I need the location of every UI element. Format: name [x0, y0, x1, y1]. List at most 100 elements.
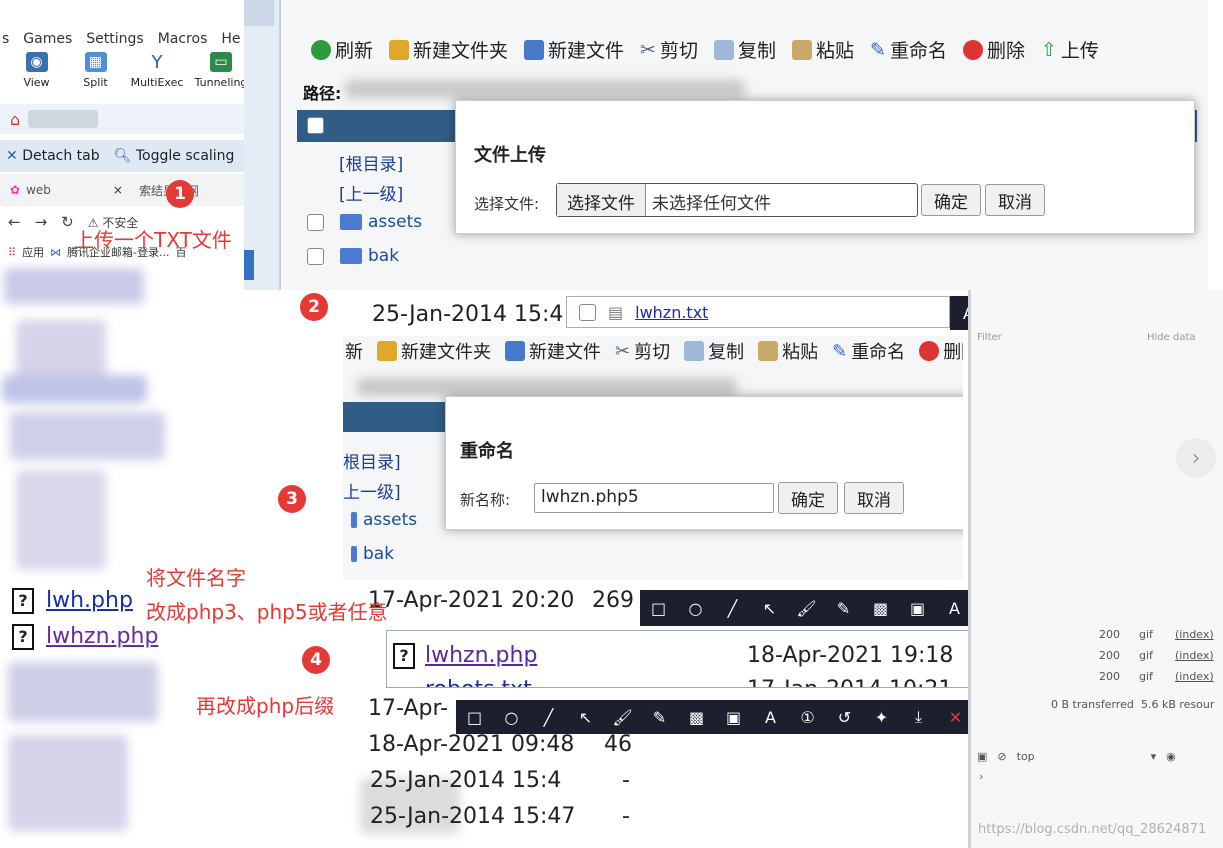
parent-dir-link[interactable]: [上一级]	[339, 180, 403, 205]
file-link-lwhzn-txt[interactable]: lwhzn.txt	[635, 303, 708, 322]
new-name-input[interactable]: lwhzn.php5	[534, 483, 774, 513]
parent-dir-link[interactable]: 上一级]	[343, 478, 401, 503]
rename-ok-button[interactable]: 确定	[778, 482, 838, 514]
refresh-button[interactable]: 新	[345, 338, 363, 364]
upload-ok-button[interactable]: 确定	[921, 184, 981, 216]
folder-link-assets[interactable]: assets	[363, 510, 417, 530]
menu-item[interactable]: s	[2, 31, 9, 47]
rename-cancel-button[interactable]: 取消	[844, 482, 904, 514]
pen-tool-icon[interactable]: ✎	[641, 708, 678, 727]
new-file-button[interactable]: 新建文件	[524, 36, 624, 63]
pen-tool-icon[interactable]: ✎	[825, 599, 862, 618]
new-folder-button[interactable]: 新建文件夹	[389, 36, 508, 63]
rectangle-tool-icon[interactable]: □	[640, 599, 677, 618]
mosaic-tool-icon[interactable]: ▩	[678, 708, 715, 727]
paste-button[interactable]: 粘贴	[758, 338, 818, 364]
toggle-scaling-button[interactable]: 🔍︎ Toggle scaling	[114, 148, 235, 164]
new-folder-button[interactable]: 新建文件夹	[377, 338, 491, 364]
paste-button[interactable]: 粘贴	[792, 36, 854, 63]
row-checkbox[interactable]	[307, 247, 324, 265]
line-tool-icon[interactable]: ╱	[714, 599, 751, 618]
forward-icon[interactable]: →	[35, 213, 48, 231]
cut-button[interactable]: ✂ 剪切	[640, 36, 698, 63]
ellipse-tool-icon[interactable]: ○	[677, 599, 714, 618]
split-button[interactable]: ▦ Split	[75, 52, 116, 100]
filter-input[interactable]: Filter	[977, 332, 1002, 343]
arrow-tool-icon[interactable]: ↖	[751, 599, 788, 618]
view-button[interactable]: ◉ View	[16, 52, 57, 100]
multiexec-button[interactable]: Y MultiExec	[131, 52, 184, 100]
row-checkbox[interactable]	[307, 213, 324, 231]
chevron-down-icon[interactable]: ▾	[1151, 750, 1157, 763]
root-dir-link[interactable]: [根目录]	[339, 150, 403, 175]
eye-icon[interactable]: ◉	[1166, 750, 1176, 763]
blurred-region	[4, 268, 144, 304]
initiator-link[interactable]: (index)	[1175, 649, 1214, 662]
back-icon[interactable]: ←	[8, 213, 21, 231]
menu-item-help[interactable]: He	[221, 31, 240, 47]
pin-icon[interactable]: ✦	[863, 708, 900, 727]
choose-file-button[interactable]: 选择文件	[557, 184, 646, 216]
counter-tool-icon[interactable]: ①	[789, 708, 826, 727]
ellipse-tool-icon[interactable]: ○	[493, 708, 530, 727]
clear-console-icon[interactable]: ⊘	[997, 750, 1006, 763]
type-column: gif gif gif	[1139, 628, 1153, 683]
select-all-checkbox[interactable]	[307, 117, 324, 134]
delete-button[interactable]: 删除	[919, 338, 963, 364]
folder-link-assets[interactable]: assets	[368, 212, 422, 232]
detach-tab-button[interactable]: ✕ Detach tab	[6, 148, 100, 164]
brush-tool-icon[interactable]: 🖌︎	[788, 599, 825, 618]
initiator-link[interactable]: (index)	[1175, 670, 1214, 683]
file-date: 25-Jan-2014 15:4	[370, 768, 562, 793]
file-link-lwhzn-php[interactable]: lwhzn.php	[46, 624, 158, 649]
tunneling-button[interactable]: ▭ Tunneling	[195, 52, 247, 100]
rename-button[interactable]: ✎ 重命名	[870, 36, 947, 63]
hide-data-toggle[interactable]: Hide data	[1147, 332, 1196, 343]
new-file-button[interactable]: 新建文件	[505, 338, 601, 364]
session-tab[interactable]	[28, 110, 99, 128]
context-select[interactable]: top	[1017, 750, 1141, 763]
file-link-lwhzn-php[interactable]: lwhzn.php	[425, 643, 537, 668]
bookmark-apps[interactable]: 应用	[22, 244, 44, 260]
reload-icon[interactable]: ↻	[61, 213, 74, 231]
folder-link-bak[interactable]: bak	[368, 246, 399, 266]
folder-link-bak[interactable]: bak	[363, 544, 394, 564]
home-icon[interactable]: ⌂	[10, 110, 20, 129]
menu-item-games[interactable]: Games	[23, 31, 72, 47]
file-link-lwh-php[interactable]: lwh.php	[46, 588, 133, 613]
root-dir-link[interactable]: 根目录]	[343, 448, 401, 473]
mosaic-tool-icon[interactable]: ▩	[862, 599, 899, 618]
upload-button[interactable]: ⇧ 上传	[1041, 36, 1099, 63]
panel-divider	[244, 0, 280, 290]
menu-item-macros[interactable]: Macros	[158, 31, 208, 47]
blur-tool-icon[interactable]: ▣	[899, 599, 936, 618]
delete-button[interactable]: 删除	[962, 36, 1025, 63]
copy-button[interactable]: 复制	[684, 338, 744, 364]
text-tool-icon[interactable]: A	[752, 708, 789, 727]
text-file-icon: ▤	[608, 302, 624, 322]
file-input[interactable]: 选择文件 未选择任何文件	[556, 183, 918, 217]
next-arrow-icon[interactable]: ›	[1176, 438, 1216, 478]
refresh-button[interactable]: 刷新	[311, 36, 373, 63]
collapse-handle[interactable]	[244, 0, 274, 26]
initiator-link[interactable]: (index)	[1175, 628, 1214, 641]
arrow-tool-icon[interactable]: ↖	[567, 708, 604, 727]
rectangle-tool-icon[interactable]: □	[456, 708, 493, 727]
close-tab-icon[interactable]: ×	[113, 183, 123, 197]
splitter-handle[interactable]	[244, 250, 254, 280]
line-tool-icon[interactable]: ╱	[530, 708, 567, 727]
download-icon[interactable]: ⤓	[900, 707, 937, 727]
rename-button[interactable]: ✎ 重命名	[832, 338, 905, 364]
row-checkbox[interactable]	[579, 303, 596, 321]
brush-tool-icon[interactable]: 🖌︎	[604, 708, 641, 727]
menu-item-settings[interactable]: Settings	[86, 31, 143, 47]
browser-tab-web[interactable]: web	[26, 183, 51, 197]
undo-icon[interactable]: ↺	[826, 708, 863, 727]
file-link-robots-txt[interactable]: robots.txt	[425, 677, 532, 687]
blur-tool-icon[interactable]: ▣	[715, 708, 752, 727]
copy-button[interactable]: 复制	[713, 36, 776, 63]
console-prompt-icon[interactable]: ›	[979, 770, 983, 783]
sidebar-toggle-icon[interactable]: ▣	[977, 750, 987, 763]
upload-cancel-button[interactable]: 取消	[985, 184, 1045, 216]
cut-button[interactable]: ✂ 剪切	[615, 338, 670, 364]
